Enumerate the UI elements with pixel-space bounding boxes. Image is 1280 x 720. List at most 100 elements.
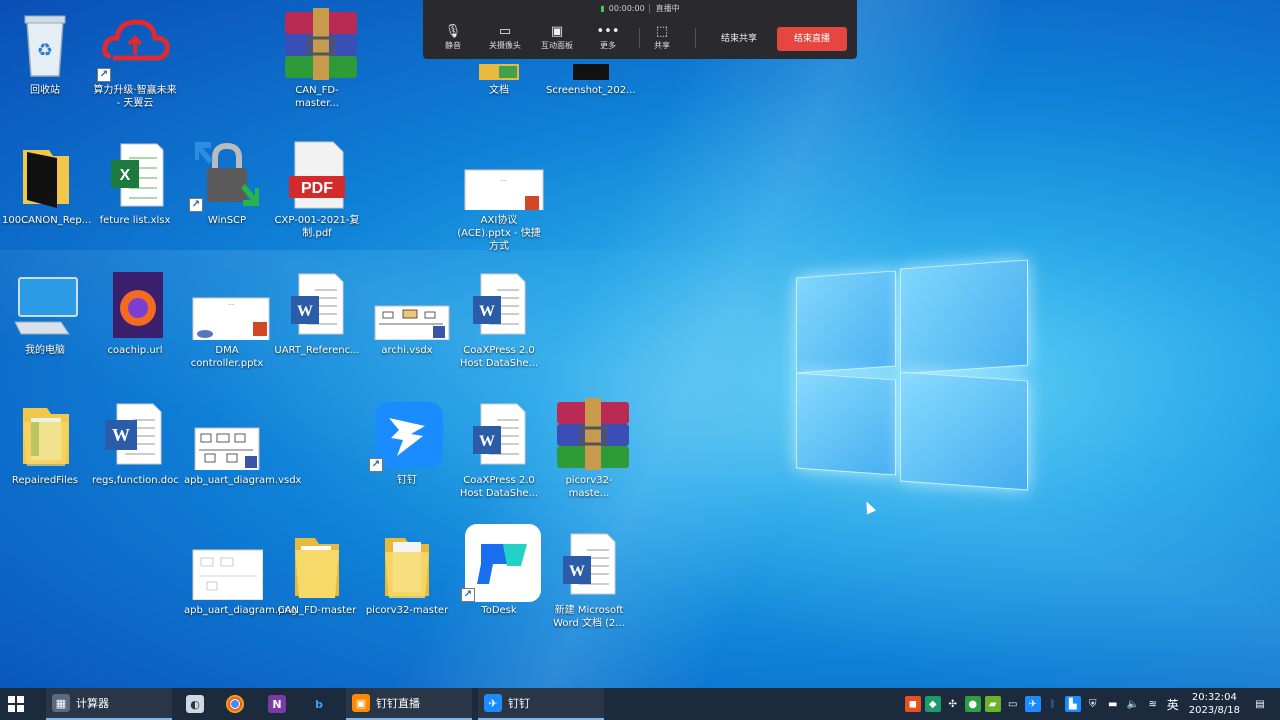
app-icon: ◐ [186, 695, 204, 713]
visio-thumbnail-icon [371, 268, 450, 341]
desktop-icon-axi-pptx[interactable]: ····· AXI协议(ACE).pptx - 快捷方式 [454, 132, 544, 252]
icon-label: picorv32-master [365, 605, 449, 616]
desktop-icon-regs-doc[interactable]: W regs,function.doc [90, 392, 180, 512]
bluetooth-icon[interactable]: ᛒ [1045, 696, 1061, 712]
desktop-icon-picorv-archive[interactable]: picorv32-maste... [544, 392, 634, 512]
todesk-icon: ↗ [461, 524, 541, 602]
dingtalk-tray-icon[interactable]: ✈ [1024, 696, 1041, 712]
nvidia-icon[interactable]: ▰ [984, 696, 1001, 712]
desktop-icon-uart-reference[interactable]: W UART_Referenc... [272, 262, 362, 382]
cloud-icon: ↗ [97, 8, 171, 82]
icon-label: ToDesk [481, 605, 517, 616]
end-share-button[interactable]: 结束共享 [707, 27, 771, 51]
desktop-icon-canfd-folder[interactable]: CAN_FD-master [272, 522, 362, 642]
desktop-icon-coaxpress-1[interactable]: W CoaXPress 2.0 Host DataShe... [454, 262, 544, 382]
icon-label: feture list.xlsx [99, 215, 171, 226]
desktop-icon-recycle-bin[interactable]: ♻ 回收站 [0, 2, 90, 122]
firefox-icon [99, 268, 171, 340]
svg-text:W: W [479, 433, 495, 450]
shortcut-arrow-icon: ↗ [461, 588, 475, 602]
desktop-icon-coachip-url[interactable]: coachip.url [90, 262, 180, 382]
clock[interactable]: 20:32:04 2023/8/18 [1189, 691, 1240, 717]
battery-icon[interactable]: ▬ [1105, 696, 1121, 712]
icon-label: CoaXPress 2.0 Host DataShe... [459, 345, 539, 369]
pdf-file-icon: PDF [281, 138, 353, 210]
end-live-button[interactable]: 结束直播 [777, 27, 847, 51]
icon-label: CAN_FD-master... [295, 85, 339, 109]
start-button[interactable] [8, 688, 32, 720]
desktop-icon-cxp-pdf[interactable]: PDF CXP-001-2021-复制.pdf [272, 132, 362, 252]
desktop-icon-screenshot[interactable]: Screenshot_202... [544, 2, 636, 122]
pptx-thumbnail-icon: ····· [191, 268, 270, 343]
input-method-indicator[interactable]: 英 [1165, 696, 1181, 712]
visio-thumbnail-icon [191, 398, 263, 475]
desktop-icon-apb-vsdx[interactable]: apb_uart_diagram.vsdx [182, 392, 302, 512]
security-shield-icon[interactable]: ◆ [924, 696, 941, 712]
word-file-icon: W [553, 528, 625, 600]
word-file-icon: W [463, 398, 535, 470]
icon-label: 回收站 [30, 85, 60, 96]
recycle-bin-icon: ♻ [9, 8, 81, 80]
taskbar-calculator[interactable]: ▦ 计算器 [46, 688, 172, 720]
desktop-icon-feture-xlsx[interactable]: X feture list.xlsx [90, 132, 180, 252]
svg-text:W: W [112, 425, 130, 445]
taskbar-dingding-live[interactable]: ▣ 钉钉直播 [346, 688, 472, 720]
icon-label: 钉钉 [397, 475, 417, 486]
computer-icon [9, 268, 81, 340]
desktop-icon-winscp[interactable]: ↗ WinSCP [182, 132, 272, 252]
desktop-icon-picorv-folder[interactable]: picorv32-master [362, 522, 452, 642]
windows-start-icon [8, 696, 24, 712]
desktop-icon-my-computer[interactable]: 我的电脑 [0, 262, 90, 382]
todesk-tray-icon[interactable]: ▙ [1064, 696, 1081, 712]
svg-text:W: W [479, 303, 495, 320]
network-display-icon[interactable]: ▭ [1005, 696, 1021, 712]
taskbar-bing[interactable]: b [310, 688, 334, 720]
desktop-icon-tianyi-cloud[interactable]: ↗ 算力升级·智赢未来 - 天翼云 [90, 2, 180, 122]
mouse-cursor [861, 499, 877, 515]
bing-icon: b [315, 697, 323, 711]
taskbar-chrome[interactable] [226, 688, 250, 720]
dingtalk-icon: ↗ [369, 398, 443, 472]
icon-label: CXP-001-2021-复制.pdf [274, 215, 360, 239]
desktop-icon-apb-png[interactable]: apb_uart_diagram.png [182, 522, 297, 642]
pptx-thumbnail-icon: ····· [463, 138, 544, 217]
desktop-icon-dma-pptx[interactable]: ····· DMA controller.pptx [182, 262, 272, 382]
wifi-icon[interactable]: ≋ [1145, 696, 1161, 712]
shortcut-arrow-icon: ↗ [97, 68, 111, 82]
desktop-icon-coaxpress-2[interactable]: W CoaXPress 2.0 Host DataShe... [454, 392, 544, 512]
folder-icon [371, 528, 443, 600]
taskbar: ▦ 计算器 ◐ N b ▣ 钉钉直播 ✈ 钉钉 ◼ ◆ ✣ ● ▰ ▭ ✈ ᛒ … [0, 688, 1280, 720]
svg-text:X: X [120, 167, 131, 184]
tray-app-icon[interactable]: ● [964, 696, 981, 712]
svg-text:W: W [297, 303, 313, 320]
word-file-icon: W [463, 268, 535, 340]
volume-icon[interactable]: 🔈 [1125, 696, 1141, 712]
share-label: 共享 [654, 41, 670, 50]
icon-label: coachip.url [107, 345, 163, 356]
taskbar-app-pinned[interactable]: ◐ [186, 688, 210, 720]
desktop-icon-canfd-archive[interactable]: CAN_FD-master... [272, 2, 362, 122]
winrar-archive-icon [553, 398, 629, 470]
calculator-icon: ▦ [52, 694, 70, 712]
taskbar-onenote[interactable]: N [268, 688, 292, 720]
notification-center-icon[interactable]: ▤ [1252, 696, 1268, 712]
desktop-icon-canon-folder[interactable]: 100CANON_Rep... [0, 132, 91, 252]
taskbar-dingding-label: 钉钉 [508, 697, 530, 710]
share-button[interactable]: ⬚ 共享 [637, 24, 687, 51]
tray-settings-icon[interactable]: ✣ [945, 696, 961, 712]
tray-app-icon[interactable]: ◼ [904, 696, 921, 712]
desktop-icon-documents[interactable]: 文档 [454, 2, 544, 122]
taskbar-dingding-live-label: 钉钉直播 [376, 697, 420, 710]
windows-logo-wallpaper [796, 256, 1028, 492]
clock-time: 20:32:04 [1191, 692, 1237, 703]
desktop-icon-new-word[interactable]: W 新建 Microsoft Word 文档 (2... [544, 522, 634, 642]
desktop-icon-dingding[interactable]: ↗ 钉钉 [362, 392, 452, 512]
desktop-icon-archi-vsdx[interactable]: archi.vsdx [362, 262, 452, 382]
icon-label: apb_uart_diagram.vsdx [184, 475, 302, 486]
live-stream-icon: ▣ [352, 694, 370, 712]
desktop-icon-todesk[interactable]: ↗ ToDesk [454, 522, 544, 642]
windows-security-icon[interactable]: ⛨ [1085, 696, 1101, 712]
taskbar-dingding[interactable]: ✈ 钉钉 [478, 688, 604, 720]
desktop-icon-repaired-files[interactable]: RepairedFiles [0, 392, 90, 512]
share-screen-icon: ⬚ [655, 24, 669, 39]
